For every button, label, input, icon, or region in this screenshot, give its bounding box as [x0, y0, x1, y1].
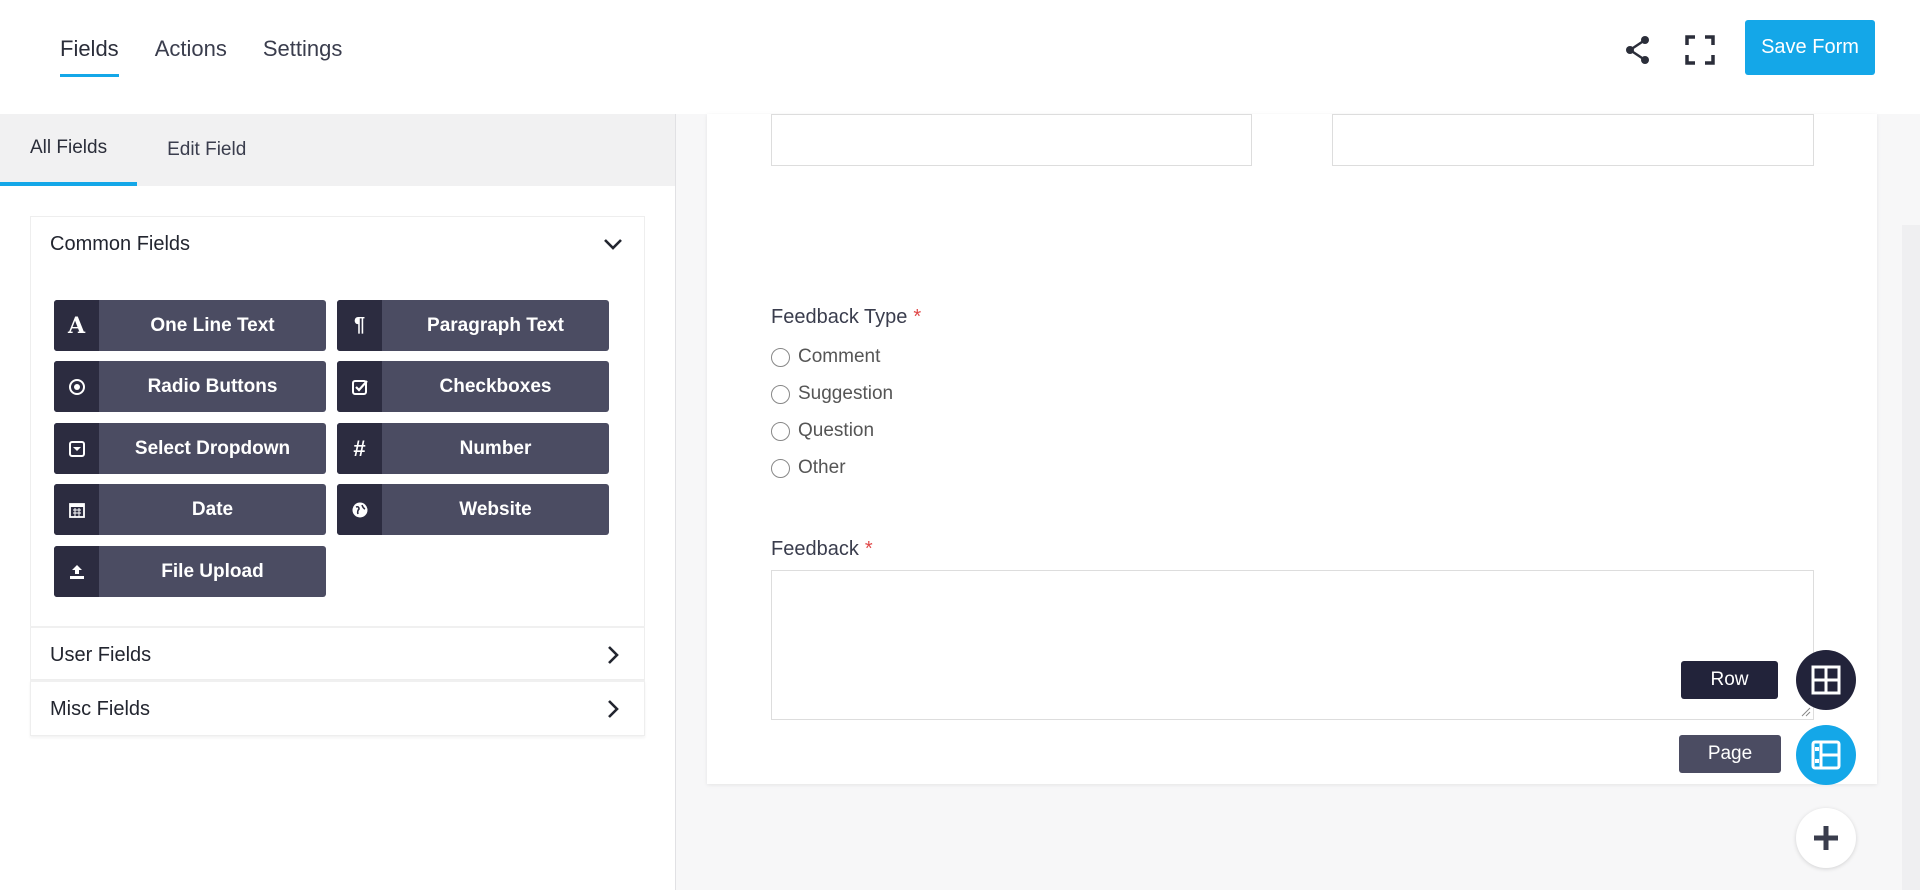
field-website[interactable]: Website	[337, 484, 609, 535]
required-marker: *	[913, 306, 922, 328]
radio-option-question[interactable]: Question	[771, 420, 874, 442]
plus-icon	[1814, 826, 1838, 850]
chevron-right-icon	[608, 646, 619, 664]
required-marker: *	[864, 538, 873, 560]
row-tooltip: Row	[1681, 661, 1778, 699]
dropdown-icon	[54, 423, 99, 474]
scrollbar[interactable]	[1902, 225, 1920, 890]
radio-icon	[54, 361, 99, 412]
user-fields-header[interactable]: User Fields	[31, 628, 644, 682]
text-a-icon: A	[54, 300, 99, 351]
upload-icon	[54, 546, 99, 597]
field-paragraph-text[interactable]: ¶ Paragraph Text	[337, 300, 609, 351]
radio-option-other[interactable]: Other	[771, 457, 846, 479]
field-file-upload[interactable]: File Upload	[54, 546, 326, 597]
radio-label: Comment	[798, 346, 881, 367]
misc-fields-group: Misc Fields	[30, 680, 645, 736]
text-input-right[interactable]	[1332, 114, 1814, 166]
field-label: Paragraph Text	[427, 314, 564, 336]
field-label: Date	[191, 498, 234, 520]
calendar-icon	[54, 484, 99, 535]
field-one-line-text[interactable]: A One Line Text	[54, 300, 326, 351]
paragraph-icon: ¶	[337, 300, 382, 351]
page-tooltip: Page	[1679, 735, 1781, 773]
field-date[interactable]: Date	[54, 484, 326, 535]
top-bar: Fields Actions Settings Save Form	[0, 0, 1920, 114]
misc-fields-header[interactable]: Misc Fields	[31, 682, 644, 736]
share-icon[interactable]	[1622, 34, 1654, 66]
radio-option-suggestion[interactable]: Suggestion	[771, 383, 893, 405]
field-radio-buttons[interactable]: Radio Buttons	[54, 361, 326, 412]
user-fields-group: User Fields	[30, 626, 645, 680]
label-text: Feedback	[771, 538, 859, 560]
group-title: Common Fields	[50, 232, 191, 255]
tab-settings[interactable]: Settings	[263, 36, 343, 77]
field-label: Checkboxes	[439, 375, 552, 397]
radio-circle[interactable]	[771, 384, 790, 404]
radio-option-comment[interactable]: Comment	[771, 346, 880, 368]
panel-tabs: All Fields Edit Field	[0, 114, 675, 186]
field-label: Radio Buttons	[147, 375, 278, 397]
field-label: Website	[459, 498, 532, 520]
radio-label: Suggestion	[798, 383, 894, 404]
top-nav: Fields Actions Settings	[60, 36, 342, 77]
feedback-textarea[interactable]	[771, 570, 1814, 720]
tab-fields[interactable]: Fields	[60, 36, 119, 77]
field-label: Select Dropdown	[134, 437, 291, 459]
radio-circle[interactable]	[771, 458, 790, 478]
field-checkboxes[interactable]: Checkboxes	[337, 361, 609, 412]
add-button[interactable]	[1796, 808, 1856, 868]
radio-label: Other	[798, 457, 846, 478]
group-title: User Fields	[50, 643, 152, 666]
tab-all-fields[interactable]: All Fields	[0, 114, 138, 186]
chevron-right-icon	[608, 700, 619, 718]
add-row-button[interactable]	[1796, 650, 1856, 710]
text-input-left[interactable]	[771, 114, 1252, 166]
feedback-type-label: Feedback Type *	[771, 306, 921, 329]
field-label: File Upload	[161, 560, 264, 582]
feedback-label: Feedback *	[771, 538, 873, 561]
field-label: One Line Text	[150, 314, 275, 336]
page-layout-icon	[1811, 740, 1841, 770]
field-number[interactable]: # Number	[337, 423, 609, 474]
resize-handle-icon[interactable]	[1799, 705, 1811, 717]
chevron-down-icon	[604, 239, 622, 250]
common-fields-header[interactable]: Common Fields	[31, 217, 644, 271]
save-form-button[interactable]: Save Form	[1745, 20, 1875, 75]
grid-icon	[1811, 665, 1841, 695]
checkbox-icon	[337, 361, 382, 412]
group-title: Misc Fields	[50, 697, 151, 720]
radio-label: Question	[798, 420, 875, 441]
tab-edit-field[interactable]: Edit Field	[137, 114, 276, 186]
radio-circle[interactable]	[771, 347, 790, 367]
add-page-button[interactable]	[1796, 725, 1856, 785]
tab-actions[interactable]: Actions	[155, 36, 227, 77]
field-select-dropdown[interactable]: Select Dropdown	[54, 423, 326, 474]
fullscreen-icon[interactable]	[1684, 34, 1716, 66]
label-text: Feedback Type	[771, 306, 908, 328]
field-label: Number	[459, 437, 532, 459]
globe-icon	[337, 484, 382, 535]
radio-circle[interactable]	[771, 421, 790, 441]
hash-icon: #	[337, 423, 382, 474]
